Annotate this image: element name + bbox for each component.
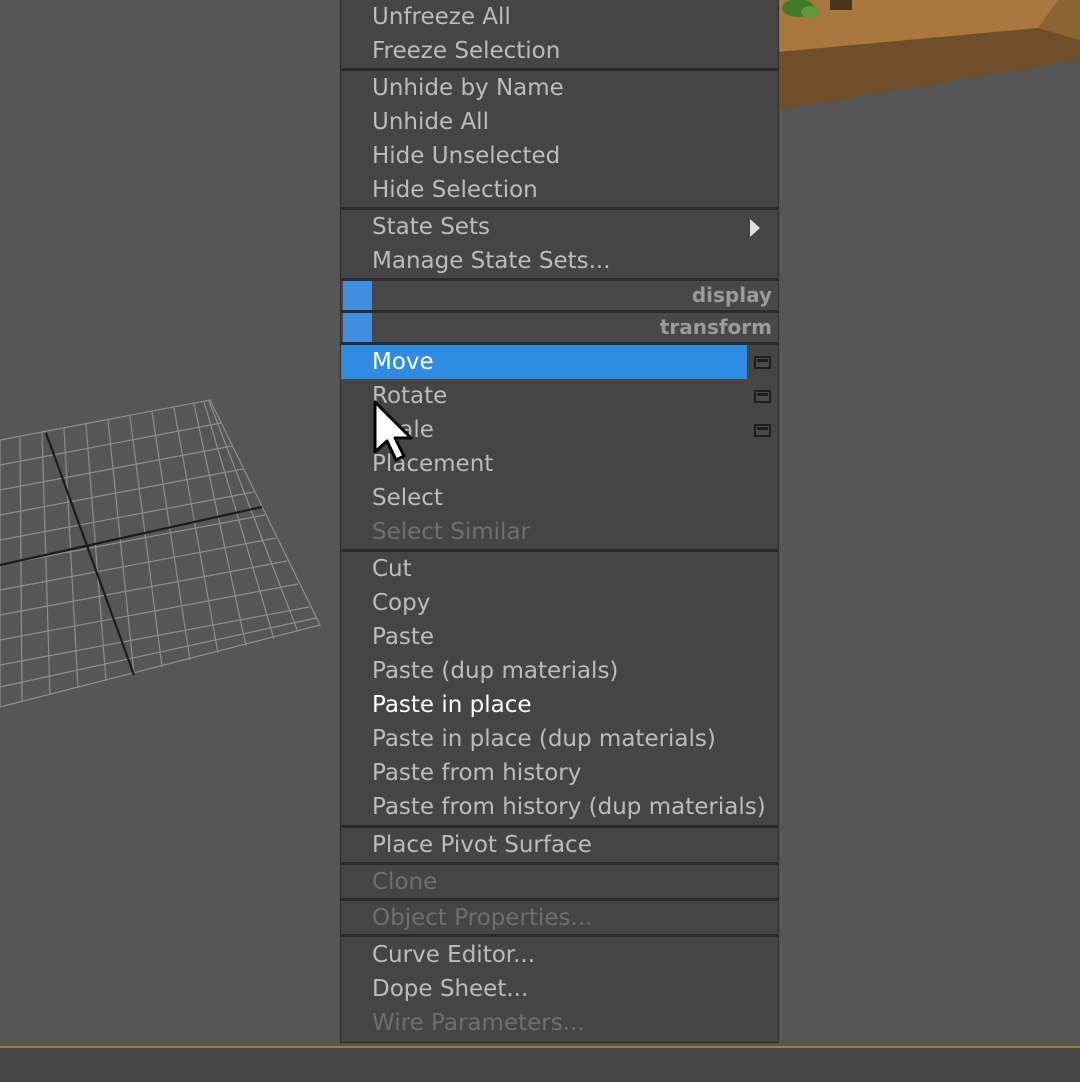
menu-item-copy[interactable]: Copy xyxy=(341,586,747,620)
quad-label-display: display xyxy=(691,283,772,307)
chevron-right-icon xyxy=(750,219,760,237)
settings-box-icon[interactable] xyxy=(754,424,771,437)
quad-header-display: display xyxy=(341,281,778,310)
menu-item-paste-from-history[interactable]: Paste from history xyxy=(341,756,747,790)
menu-item-paste[interactable]: Paste xyxy=(341,620,747,654)
menu-item-hide-unselected[interactable]: Hide Unselected xyxy=(341,139,747,173)
menu-item-paste-dup-materials[interactable]: Paste (dup materials) xyxy=(341,654,747,688)
menu-item-curve-editor[interactable]: Curve Editor... xyxy=(341,938,747,972)
timeline-bar xyxy=(0,1046,1080,1082)
menu-item-move[interactable]: Move xyxy=(341,345,747,379)
menu-item-select-similar[interactable]: Select Similar xyxy=(341,515,747,549)
quad-header-transform: transform xyxy=(341,313,778,342)
mouse-pointer-icon xyxy=(373,400,413,462)
quad-menu: Unfreeze All Freeze Selection Unhide by … xyxy=(340,0,779,1043)
menu-item-select[interactable]: Select xyxy=(341,481,747,515)
menu-item-wire-parameters[interactable]: Wire Parameters... xyxy=(341,1006,747,1040)
quad-color-swatch xyxy=(343,313,372,342)
menu-item-paste-in-place-dup-materials[interactable]: Paste in place (dup materials) xyxy=(341,722,747,756)
menu-item-object-properties[interactable]: Object Properties... xyxy=(341,901,747,935)
grid-plane-object xyxy=(0,399,321,708)
menu-item-state-sets[interactable]: State Sets xyxy=(341,210,747,244)
menu-item-cut[interactable]: Cut xyxy=(341,552,747,586)
menu-item-unfreeze-all[interactable]: Unfreeze All xyxy=(341,0,747,34)
menu-item-place-pivot-surface[interactable]: Place Pivot Surface xyxy=(341,828,747,862)
menu-separator xyxy=(341,934,778,937)
menu-item-freeze-selection[interactable]: Freeze Selection xyxy=(341,34,747,68)
menu-item-unhide-by-name[interactable]: Unhide by Name xyxy=(341,71,747,105)
menu-item-paste-in-place[interactable]: Paste in place xyxy=(341,688,747,722)
quad-label-transform: transform xyxy=(659,315,772,339)
plant-object xyxy=(782,0,852,18)
menu-item-dope-sheet[interactable]: Dope Sheet... xyxy=(341,972,747,1006)
menu-item-manage-state-sets[interactable]: Manage State Sets... xyxy=(341,244,747,278)
menu-item-unhide-all[interactable]: Unhide All xyxy=(341,105,747,139)
settings-box-icon[interactable] xyxy=(754,390,771,403)
menu-item-clone[interactable]: Clone xyxy=(341,865,747,899)
menu-item-paste-from-history-dup-materials[interactable]: Paste from history (dup materials) xyxy=(341,790,766,824)
settings-box-icon[interactable] xyxy=(754,356,771,369)
quad-color-swatch xyxy=(343,281,372,310)
menu-item-hide-selection[interactable]: Hide Selection xyxy=(341,173,747,207)
